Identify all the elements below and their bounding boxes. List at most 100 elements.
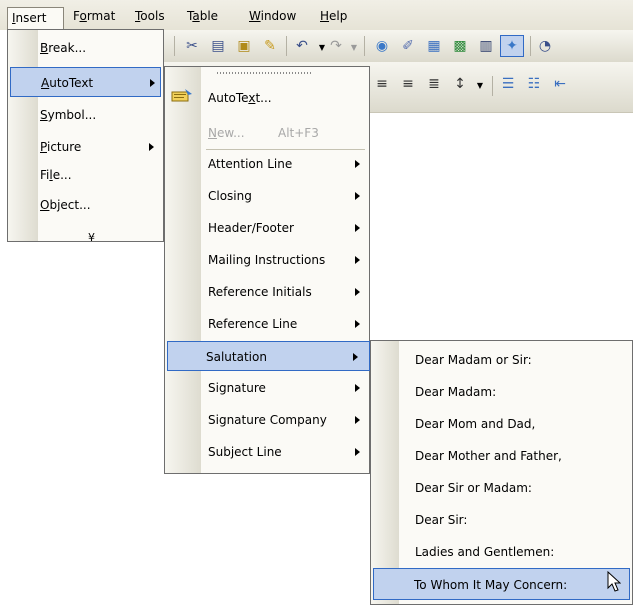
numbering-icon[interactable]: ☰ [498, 74, 518, 94]
menu-bar: Insert Format Tools Table Window Help [0, 0, 633, 30]
insert-menu: Break... AutoText Symbol... Picture File… [7, 29, 164, 244]
menu-tools[interactable]: Tools [131, 6, 169, 28]
submenu-arrow-icon [355, 192, 360, 200]
standard-toolbar: ✂ ▤ ▣ ✎ ↶ ▼ ↷ ▼ ◉ ✐ ▦ ▩ ▥ ✦ ◔ [120, 30, 633, 62]
menu-item-attention-line[interactable]: Attention Line [167, 149, 367, 179]
paste-icon[interactable]: ▣ [234, 36, 254, 56]
menu-item-dear-madam[interactable]: Dear Madam: [373, 376, 630, 408]
menu-help[interactable]: Help [316, 6, 351, 28]
menu-item-label: Object... [40, 198, 91, 212]
menu-item-label: File... [40, 168, 72, 182]
menu-item-label: Signature [208, 381, 266, 395]
toolbar-separator [174, 36, 175, 56]
toolbar-separator [286, 36, 287, 56]
menu-item-symbol[interactable]: Symbol... [10, 100, 161, 130]
menu-table-label-rest: ble [199, 9, 219, 23]
mouse-cursor-icon [607, 571, 621, 592]
copy-icon[interactable]: ▤ [208, 36, 228, 56]
menu-item-label: Dear Madam: [415, 385, 497, 399]
menu-item-dear-sir-or-madam[interactable]: Dear Sir or Madam: [373, 472, 630, 504]
menu-table[interactable]: Table [183, 6, 222, 28]
hyperlink-icon[interactable]: ◉ [372, 36, 392, 56]
toolbar-separator [530, 36, 531, 56]
menu-item-label: Dear Sir: [415, 513, 468, 527]
format-painter-icon[interactable]: ✎ [260, 36, 280, 56]
line-spacing-icon[interactable]: ↕ [450, 74, 470, 94]
undo-icon[interactable]: ↶ [292, 36, 312, 56]
submenu-arrow-icon [355, 384, 360, 392]
menu-item-label: Subject Line [208, 445, 282, 459]
menu-table-mnemonic: a [192, 9, 200, 23]
menu-item-label: Closing [208, 189, 252, 203]
menu-item-salutation[interactable]: Salutation [167, 341, 370, 371]
menu-item-dear-mom-and-dad[interactable]: Dear Mom and Dad, [373, 408, 630, 440]
salutation-submenu: Dear Madam or Sir: Dear Madam: Dear Mom … [370, 340, 633, 605]
menu-item-picture[interactable]: Picture [10, 132, 161, 162]
menu-tools-label-rest: ools [140, 9, 165, 23]
submenu-arrow-icon [355, 160, 360, 168]
menu-item-label: Signature Company [208, 413, 327, 427]
drawing-icon[interactable]: ✐ [398, 36, 418, 56]
zoom-icon[interactable]: ◔ [535, 36, 555, 56]
menu-item-file[interactable]: File... [10, 160, 161, 190]
menu-item-mailing-instructions[interactable]: Mailing Instructions [167, 245, 367, 275]
menu-item-subject-line[interactable]: Subject Line [167, 437, 367, 467]
menu-item-label: Symbol... [40, 108, 97, 122]
menu-item-autotext-dialog[interactable]: AutoText... [167, 83, 367, 113]
menu-item-label: Reference Initials [208, 285, 312, 299]
autotext-submenu: AutoText... New... Alt+F3 Attention Line… [164, 66, 370, 474]
menu-window[interactable]: Window [245, 6, 300, 28]
menu-item-shortcut: Alt+F3 [278, 126, 319, 140]
expand-menu-chevron-icon[interactable]: ¥ [88, 232, 95, 244]
menu-item-label: To Whom It May Concern: [414, 578, 568, 592]
bullets-icon[interactable]: ☷ [524, 74, 544, 94]
cut-icon[interactable]: ✂ [182, 36, 202, 56]
menu-item-label: Salutation [206, 350, 267, 364]
menu-item-closing[interactable]: Closing [167, 181, 367, 211]
align-right-icon[interactable]: ≡ [398, 74, 418, 94]
toolbar-separator [364, 36, 365, 56]
menu-item-signature[interactable]: Signature [167, 373, 367, 403]
menu-format-mnemonic: o [79, 9, 87, 23]
menu-item-label: AutoText [41, 76, 94, 90]
menu-item-to-whom-it-may-concern[interactable]: To Whom It May Concern: [373, 568, 630, 600]
menu-item-reference-initials[interactable]: Reference Initials [167, 277, 367, 307]
menu-item-break[interactable]: Break... [10, 33, 161, 63]
submenu-arrow-icon [355, 224, 360, 232]
menu-item-autotext[interactable]: AutoText [10, 67, 161, 97]
submenu-arrow-icon [355, 256, 360, 264]
menu-item-signature-company[interactable]: Signature Company [167, 405, 367, 435]
submenu-arrow-icon [353, 353, 358, 361]
menu-item-label: Attention Line [208, 157, 293, 171]
submenu-arrow-icon [355, 320, 360, 328]
menu-item-dear-sir[interactable]: Dear Sir: [373, 504, 630, 536]
menu-item-label: Dear Mother and Father, [415, 449, 562, 463]
line-spacing-dropdown-icon[interactable]: ▼ [470, 76, 490, 96]
menu-format[interactable]: Format [69, 6, 119, 28]
indent-icon[interactable]: ⇤ [550, 74, 570, 94]
menu-item-label: Break... [40, 41, 87, 55]
submenu-arrow-icon [149, 143, 154, 151]
menu-item-label: Reference Line [208, 317, 298, 331]
justify-icon[interactable]: ≣ [424, 74, 444, 94]
align-center-icon[interactable]: ≡ [372, 74, 392, 94]
submenu-arrow-icon [355, 448, 360, 456]
drag-grip-handle[interactable] [217, 72, 313, 74]
autotext-toolbar-icon[interactable]: ✦ [500, 35, 524, 57]
menu-item-object[interactable]: Object... [10, 190, 161, 220]
menu-item-dear-madam-or-sir[interactable]: Dear Madam or Sir: [373, 344, 630, 376]
menu-item-label: AutoText... [208, 91, 272, 105]
menu-item-label: Header/Footer [208, 221, 294, 235]
excel-icon[interactable]: ▩ [450, 36, 470, 56]
columns-icon[interactable]: ▥ [476, 36, 496, 56]
menu-insert[interactable]: Insert [7, 7, 64, 29]
redo-dropdown-icon[interactable]: ▼ [344, 38, 364, 58]
menu-format-label-rest: rmat [86, 9, 116, 23]
menu-item-reference-line[interactable]: Reference Line [167, 309, 367, 339]
menu-item-header-footer[interactable]: Header/Footer [167, 213, 367, 243]
menu-item-dear-mother-and-father[interactable]: Dear Mother and Father, [373, 440, 630, 472]
menu-item-ladies-and-gentlemen[interactable]: Ladies and Gentlemen: [373, 536, 630, 568]
table-icon[interactable]: ▦ [424, 36, 444, 56]
menu-insert-label-rest: nsert [15, 11, 47, 25]
redo-icon[interactable]: ↷ [326, 36, 346, 56]
